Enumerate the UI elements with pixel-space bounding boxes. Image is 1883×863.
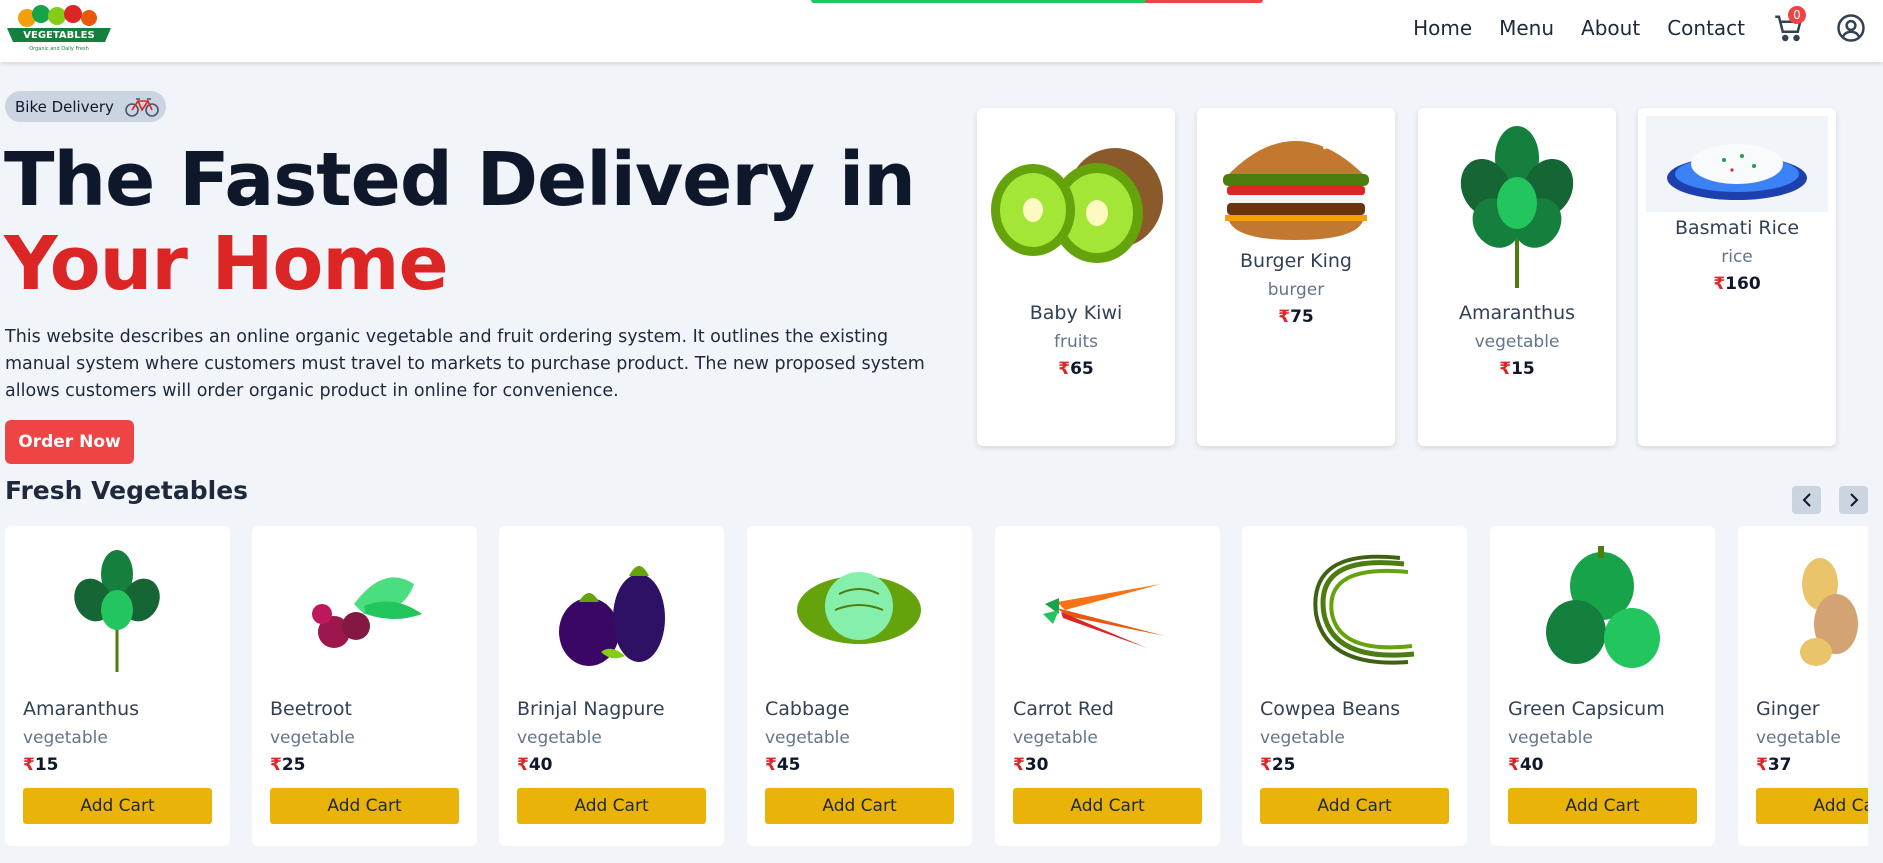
product-card[interactable]: Ginger vegetable ₹37 Add Cart: [1738, 526, 1868, 846]
fresh-vegetables-row[interactable]: Amaranthus vegetable ₹15 Add Cart Beetro…: [0, 526, 1868, 846]
carrot-image: [1043, 584, 1165, 648]
bike-delivery-label: Bike Delivery: [15, 97, 114, 116]
product-category: vegetable: [1013, 728, 1098, 748]
showcase-category: rice: [1721, 247, 1753, 267]
product-card[interactable]: Beetroot vegetable ₹25 Add Cart: [252, 526, 477, 846]
product-category: vegetable: [270, 728, 355, 748]
product-price: ₹40: [517, 755, 553, 775]
showcase-name: Basmati Rice: [1674, 217, 1800, 239]
cabbage-image: [797, 572, 921, 644]
product-category: vegetable: [1756, 728, 1841, 748]
svg-text:VEGETABLES: VEGETABLES: [23, 30, 94, 41]
showcase-name: Baby Kiwi: [1029, 302, 1123, 324]
product-price: ₹25: [270, 755, 306, 775]
bike-delivery-pill: Bike Delivery: [5, 91, 166, 122]
hero-description: This website describes an online organic…: [5, 327, 925, 401]
add-cart-button[interactable]: Add Cart: [517, 788, 706, 824]
product-card[interactable]: Cowpea Beans vegetable ₹25 Add Cart: [1242, 526, 1467, 846]
brinjal-image: [559, 566, 665, 666]
ginger-image: [1800, 558, 1858, 666]
add-cart-button[interactable]: Add Cart: [23, 788, 212, 824]
product-name: Ginger: [1756, 698, 1820, 720]
product-price: ₹15: [23, 755, 59, 775]
showcase-category: burger: [1267, 280, 1325, 300]
product-price: ₹30: [1013, 755, 1049, 775]
site-header: VEGETABLES Organic and Daily Fresh Home …: [0, 0, 1883, 62]
svg-text:Organic and Daily Fresh: Organic and Daily Fresh: [29, 46, 89, 52]
showcase-name: Burger King: [1240, 250, 1352, 272]
scroll-left-button[interactable]: [1792, 486, 1821, 514]
showcase-category: vegetable: [1474, 332, 1560, 352]
add-cart-button[interactable]: Add Cart: [1508, 788, 1697, 824]
amaranthus-image: [1460, 126, 1574, 288]
add-cart-button[interactable]: Add Cart: [765, 788, 954, 824]
showcase-price: ₹65: [1058, 359, 1094, 379]
hero-title-line1: The Fasted Delivery in: [4, 137, 916, 223]
product-card[interactable]: Brinjal Nagpure vegetable ₹40 Add Cart: [499, 526, 724, 846]
showcase-card[interactable]: Amaranthus vegetable ₹15: [1418, 108, 1616, 446]
bicycle-icon: [125, 97, 159, 117]
chevron-right-icon: [1849, 493, 1858, 507]
product-name: Beetroot: [270, 698, 352, 720]
showcase-price: ₹160: [1713, 274, 1761, 294]
showcase-price: ₹75: [1278, 307, 1314, 327]
product-category: vegetable: [23, 728, 108, 748]
chevron-left-icon: [1802, 493, 1811, 507]
nav-about[interactable]: About: [1581, 16, 1640, 40]
product-card[interactable]: Cabbage vegetable ₹45 Add Cart: [747, 526, 972, 846]
nav-contact[interactable]: Contact: [1667, 16, 1745, 40]
user-account-icon[interactable]: [1836, 13, 1866, 43]
showcase-price: ₹15: [1499, 359, 1535, 379]
green-capsicum-image: [1546, 546, 1660, 668]
product-name: Brinjal Nagpure: [517, 698, 665, 720]
product-category: vegetable: [765, 728, 850, 748]
nav-menu[interactable]: Menu: [1499, 16, 1554, 40]
scroll-right-button[interactable]: [1839, 486, 1868, 514]
product-name: Amaranthus: [23, 698, 140, 720]
order-now-button[interactable]: Order Now: [5, 420, 134, 464]
product-name: Carrot Red: [1013, 698, 1114, 720]
showcase-name: Amaranthus: [1458, 302, 1576, 324]
product-price: ₹40: [1508, 755, 1544, 775]
product-price: ₹45: [765, 755, 801, 775]
showcase-card[interactable]: Burger King burger ₹75: [1197, 108, 1395, 446]
product-category: vegetable: [1260, 728, 1345, 748]
add-cart-button[interactable]: Add Cart: [1756, 788, 1868, 824]
nav-home[interactable]: Home: [1413, 16, 1472, 40]
cart-count-badge: 0: [1788, 6, 1806, 24]
product-category: vegetable: [1508, 728, 1593, 748]
product-card[interactable]: Green Capsicum vegetable ₹40 Add Cart: [1490, 526, 1715, 846]
kiwi-image: [991, 148, 1163, 263]
showcase-card[interactable]: Basmati Rice rice ₹160: [1638, 108, 1836, 446]
loading-progress-bar: [811, 0, 1263, 3]
showcase-card[interactable]: Baby Kiwi fruits ₹65: [977, 108, 1175, 446]
amaranthus-image: [74, 550, 160, 672]
cowpea-beans-image: [1313, 554, 1415, 665]
product-price: ₹25: [1260, 755, 1296, 775]
product-card[interactable]: Carrot Red vegetable ₹30 Add Cart: [995, 526, 1220, 846]
cart-button[interactable]: 0: [1774, 6, 1806, 43]
add-cart-button[interactable]: Add Cart: [270, 788, 459, 824]
vegetables-logo[interactable]: VEGETABLES Organic and Daily Fresh: [5, 4, 113, 52]
add-cart-button[interactable]: Add Cart: [1260, 788, 1449, 824]
product-name: Cowpea Beans: [1260, 698, 1401, 720]
product-name: Cabbage: [765, 698, 850, 720]
main-nav: Home Menu About Contact 0: [1413, 0, 1883, 56]
burger-image: [1223, 136, 1369, 240]
showcase-category: fruits: [1054, 332, 1098, 352]
product-name: Green Capsicum: [1508, 698, 1665, 720]
product-card[interactable]: Amaranthus vegetable ₹15 Add Cart: [5, 526, 230, 846]
product-price: ₹37: [1756, 755, 1792, 775]
rice-image: [1646, 116, 1828, 212]
product-category: vegetable: [517, 728, 602, 748]
add-cart-button[interactable]: Add Cart: [1013, 788, 1202, 824]
hero-title: The Fasted Delivery in Your Home: [4, 137, 916, 307]
beetroot-image: [312, 577, 422, 648]
fresh-vegetables-title: Fresh Vegetables: [5, 476, 249, 505]
hero-title-line2: Your Home: [4, 221, 449, 307]
